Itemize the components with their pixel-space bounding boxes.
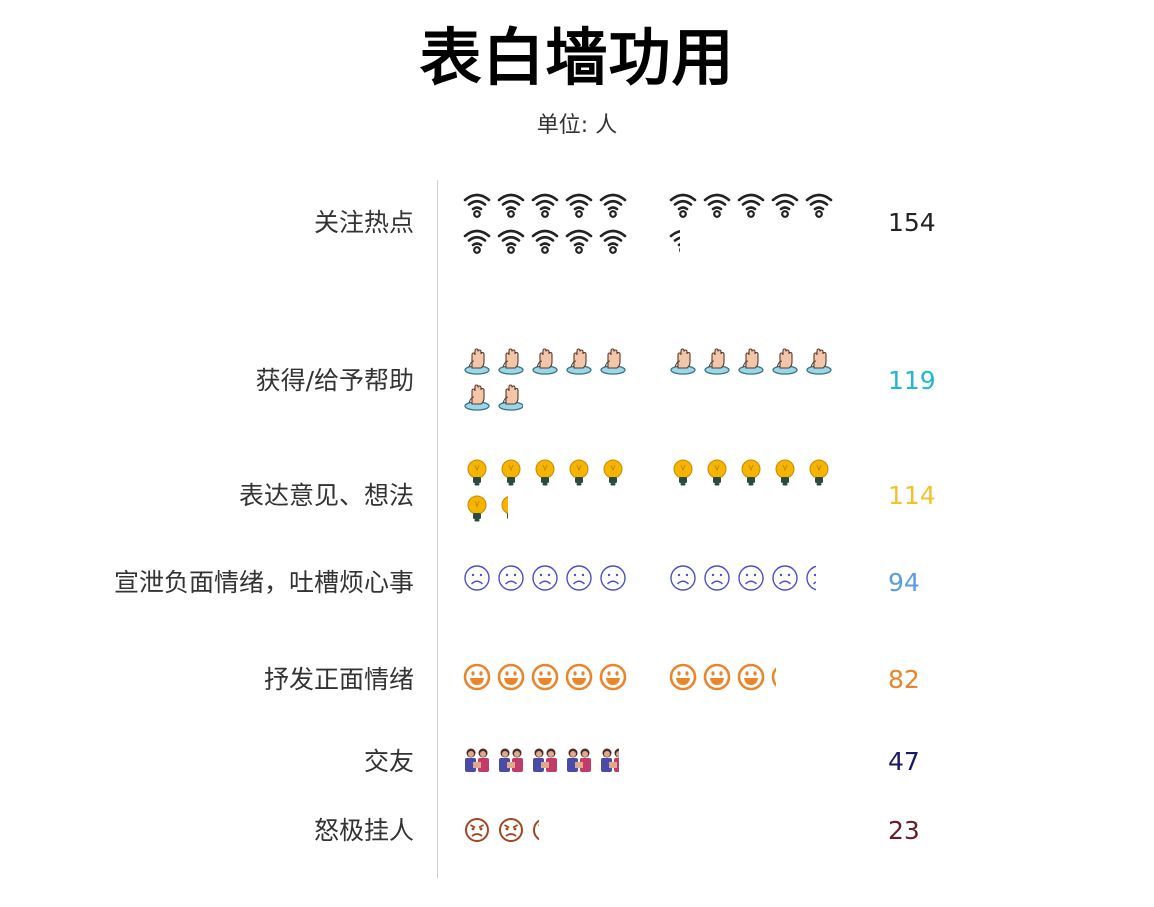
lightbulb-icon xyxy=(530,458,560,488)
value-label: 154 xyxy=(888,208,936,237)
help-hand-icon xyxy=(770,346,800,376)
help-hand-icon xyxy=(496,382,523,412)
lightbulb-icon xyxy=(462,494,492,524)
angry-face-icon xyxy=(496,815,526,845)
wifi-icon xyxy=(564,190,594,220)
value-label: 23 xyxy=(888,816,920,845)
sad-face-icon xyxy=(462,563,492,593)
lightbulb-icon xyxy=(736,458,766,488)
sad-face-icon xyxy=(736,563,766,593)
smile-face-icon xyxy=(462,662,492,692)
smile-face-icon xyxy=(770,662,776,692)
sad-face-icon xyxy=(668,563,698,593)
category-label: 交友 xyxy=(363,747,414,776)
lightbulb-icon xyxy=(564,458,594,488)
wifi-icon xyxy=(462,190,492,220)
lightbulb-icon xyxy=(496,458,526,488)
angry-face-icon xyxy=(462,815,492,845)
help-hand-icon xyxy=(462,382,492,412)
angry-face-icon xyxy=(530,815,539,845)
chart-subtitle: 单位: 人 xyxy=(536,113,618,138)
wifi-icon xyxy=(530,226,560,256)
sad-face-icon xyxy=(770,563,800,593)
wifi-icon xyxy=(496,226,526,256)
chart-title: 表白墙功用 xyxy=(419,21,735,94)
lightbulb-icon xyxy=(462,458,492,488)
friends-icon xyxy=(598,745,619,775)
wifi-icon xyxy=(564,226,594,256)
category-label: 获得/给予帮助 xyxy=(255,366,414,395)
lightbulb-icon xyxy=(496,494,508,524)
sad-face-icon xyxy=(496,563,526,593)
category-label: 抒发正面情绪 xyxy=(263,665,414,694)
smile-face-icon xyxy=(496,662,526,692)
value-label: 82 xyxy=(888,665,920,694)
category-label: 关注热点 xyxy=(313,208,414,237)
lightbulb-icon xyxy=(770,458,800,488)
value-label: 94 xyxy=(888,568,920,597)
smile-face-icon xyxy=(702,662,732,692)
help-hand-icon xyxy=(702,346,732,376)
smile-face-icon xyxy=(736,662,766,692)
lightbulb-icon xyxy=(702,458,732,488)
help-hand-icon xyxy=(530,346,560,376)
smile-face-icon xyxy=(530,662,560,692)
help-hand-icon xyxy=(736,346,766,376)
sad-face-icon xyxy=(564,563,594,593)
help-hand-icon xyxy=(804,346,834,376)
value-label: 119 xyxy=(888,366,936,395)
sad-face-icon xyxy=(598,563,628,593)
value-label: 114 xyxy=(888,481,936,510)
category-axis-line xyxy=(437,180,438,878)
wifi-icon xyxy=(736,190,766,220)
wifi-icon xyxy=(496,190,526,220)
help-hand-icon xyxy=(564,346,594,376)
wifi-icon xyxy=(668,226,680,256)
wifi-icon xyxy=(702,190,732,220)
help-hand-icon xyxy=(668,346,698,376)
category-label: 表达意见、想法 xyxy=(238,481,414,510)
sad-face-icon xyxy=(702,563,732,593)
value-label: 47 xyxy=(888,747,920,776)
smile-face-icon xyxy=(668,662,698,692)
wifi-icon xyxy=(530,190,560,220)
sad-face-icon xyxy=(530,563,560,593)
wifi-icon xyxy=(804,190,834,220)
friends-icon xyxy=(496,745,526,775)
wifi-icon xyxy=(598,226,628,256)
lightbulb-icon xyxy=(668,458,698,488)
help-hand-icon xyxy=(598,346,628,376)
wifi-icon xyxy=(668,190,698,220)
friends-icon xyxy=(462,745,492,775)
category-label: 怒极挂人 xyxy=(313,816,414,845)
lightbulb-icon xyxy=(598,458,628,488)
smile-face-icon xyxy=(598,662,628,692)
wifi-icon xyxy=(598,190,628,220)
category-label: 宣泄负面情绪，吐槽烦心事 xyxy=(113,568,414,597)
smile-face-icon xyxy=(564,662,594,692)
wifi-icon xyxy=(770,190,800,220)
help-hand-icon xyxy=(496,346,526,376)
help-hand-icon xyxy=(462,346,492,376)
lightbulb-icon xyxy=(804,458,834,488)
sad-face-icon xyxy=(804,563,816,593)
wifi-icon xyxy=(462,226,492,256)
friends-icon xyxy=(564,745,594,775)
friends-icon xyxy=(530,745,560,775)
